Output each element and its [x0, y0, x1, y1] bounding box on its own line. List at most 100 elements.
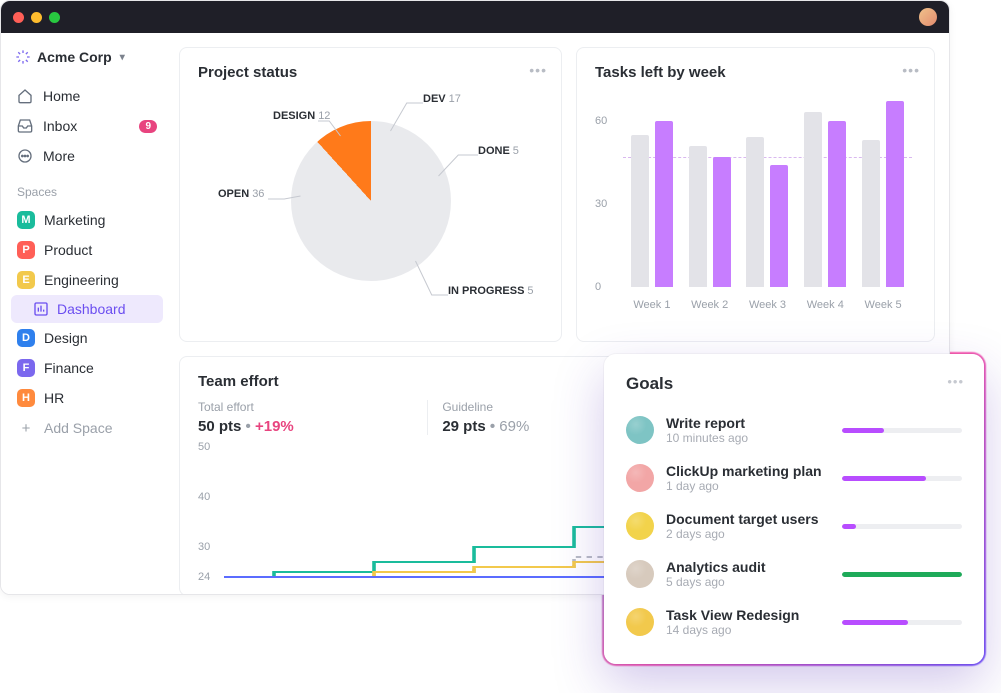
- pie-label: DONE 5: [478, 145, 519, 157]
- bar-b: [828, 121, 846, 287]
- x-tick: Week 1: [633, 299, 670, 311]
- inbox-badge: 9: [139, 120, 157, 133]
- goal-time: 14 days ago: [666, 623, 830, 637]
- sidebar: Acme Corp ▾ Home Inbox 9 More Spaces MMa…: [1, 33, 173, 594]
- nav-home[interactable]: Home: [11, 81, 163, 111]
- bar-b: [770, 165, 788, 287]
- card-menu-icon[interactable]: •••: [947, 374, 964, 389]
- tasks-left-title: Tasks left by week: [595, 64, 916, 81]
- user-avatar[interactable]: [919, 8, 937, 26]
- y-tick: 24: [198, 571, 210, 583]
- progress-bar: [842, 428, 962, 433]
- space-finance[interactable]: FFinance: [11, 353, 163, 383]
- dashboard-icon: [33, 301, 49, 317]
- add-space-label: Add Space: [44, 420, 113, 436]
- inbox-icon: [17, 118, 33, 134]
- space-avatar: E: [17, 271, 35, 289]
- avatar: [626, 416, 654, 444]
- space-label: HR: [44, 390, 64, 406]
- goal-item[interactable]: Task View Redesign14 days ago: [626, 598, 962, 646]
- goals-card: Goals ••• Write report10 minutes agoClic…: [604, 354, 984, 664]
- dashboard-item[interactable]: Dashboard: [11, 295, 163, 323]
- bar-a: [862, 140, 880, 287]
- close-dot[interactable]: [13, 12, 24, 23]
- home-icon: [17, 88, 33, 104]
- y-tick: 50: [198, 441, 210, 453]
- goal-time: 1 day ago: [666, 479, 830, 493]
- goal-name: ClickUp marketing plan: [666, 463, 830, 479]
- space-avatar: F: [17, 359, 35, 377]
- bar-a: [804, 112, 822, 287]
- progress-bar: [842, 524, 962, 529]
- pie-label: OPEN 36: [218, 188, 264, 200]
- space-label: Engineering: [44, 272, 119, 288]
- space-avatar: M: [17, 211, 35, 229]
- card-menu-icon[interactable]: •••: [902, 62, 920, 78]
- metric: Total effort50 pts • +19%: [198, 400, 427, 435]
- goal-item[interactable]: Analytics audit5 days ago: [626, 550, 962, 598]
- goal-item[interactable]: Document target users2 days ago: [626, 502, 962, 550]
- space-engineering[interactable]: E Engineering: [11, 265, 163, 295]
- window-controls: [13, 12, 60, 23]
- org-switcher[interactable]: Acme Corp ▾: [11, 47, 163, 67]
- bar-b: [886, 101, 904, 287]
- more-icon: [17, 148, 33, 164]
- nav-inbox-label: Inbox: [43, 118, 77, 134]
- goal-item[interactable]: Write report10 minutes ago: [626, 406, 962, 454]
- goal-name: Task View Redesign: [666, 607, 830, 623]
- pie-label: DEV 17: [423, 93, 461, 105]
- x-tick: Week 2: [691, 299, 728, 311]
- space-label: Marketing: [44, 212, 105, 228]
- goal-name: Document target users: [666, 511, 830, 527]
- space-marketing[interactable]: M Marketing: [11, 205, 163, 235]
- x-axis: Week 1 Week 2 Week 3 Week 4 Week 5: [623, 299, 912, 311]
- pie-label: DESIGN 12: [273, 110, 330, 122]
- x-tick: Week 5: [865, 299, 902, 311]
- dashboard-label: Dashboard: [57, 301, 126, 317]
- space-hr[interactable]: HHR: [11, 383, 163, 413]
- plus-icon: +: [17, 419, 35, 437]
- space-avatar: P: [17, 241, 35, 259]
- bar-a: [631, 135, 649, 287]
- bar-b: [713, 157, 731, 287]
- y-tick: 60: [595, 115, 607, 127]
- project-status-title: Project status: [198, 64, 543, 81]
- avatar: [626, 464, 654, 492]
- x-tick: Week 3: [749, 299, 786, 311]
- chevron-down-icon: ▾: [120, 52, 125, 63]
- goal-time: 10 minutes ago: [666, 431, 830, 445]
- org-logo-icon: [15, 49, 31, 65]
- y-tick: 30: [198, 541, 210, 553]
- space-avatar: D: [17, 329, 35, 347]
- nav-more-label: More: [43, 148, 75, 164]
- goal-time: 5 days ago: [666, 575, 830, 589]
- space-product[interactable]: P Product: [11, 235, 163, 265]
- progress-bar: [842, 572, 962, 577]
- project-status-card: Project status ••• OPEN 36 DESIGN 12 DEV 1…: [179, 47, 562, 342]
- metric-value: 50 pts • +19%: [198, 418, 427, 435]
- goals-title: Goals: [626, 374, 962, 394]
- goal-name: Write report: [666, 415, 830, 431]
- titlebar: [1, 1, 949, 33]
- bar-chart: [623, 93, 912, 287]
- nav-more[interactable]: More: [11, 141, 163, 171]
- add-space-button[interactable]: + Add Space: [11, 413, 163, 443]
- bar-a: [689, 146, 707, 287]
- bar-group: [631, 93, 673, 287]
- goal-time: 2 days ago: [666, 527, 830, 541]
- minimize-dot[interactable]: [31, 12, 42, 23]
- space-label: Product: [44, 242, 92, 258]
- pie-label: IN PROGRESS 5: [448, 285, 534, 297]
- space-design[interactable]: DDesign: [11, 323, 163, 353]
- avatar: [626, 608, 654, 636]
- goal-item[interactable]: ClickUp marketing plan1 day ago: [626, 454, 962, 502]
- bar-group: [804, 93, 846, 287]
- x-tick: Week 4: [807, 299, 844, 311]
- progress-bar: [842, 620, 962, 625]
- bar-group: [862, 93, 904, 287]
- zoom-dot[interactable]: [49, 12, 60, 23]
- card-menu-icon[interactable]: •••: [529, 62, 547, 78]
- progress-bar: [842, 476, 962, 481]
- y-tick: 30: [595, 198, 607, 210]
- nav-inbox[interactable]: Inbox 9: [11, 111, 163, 141]
